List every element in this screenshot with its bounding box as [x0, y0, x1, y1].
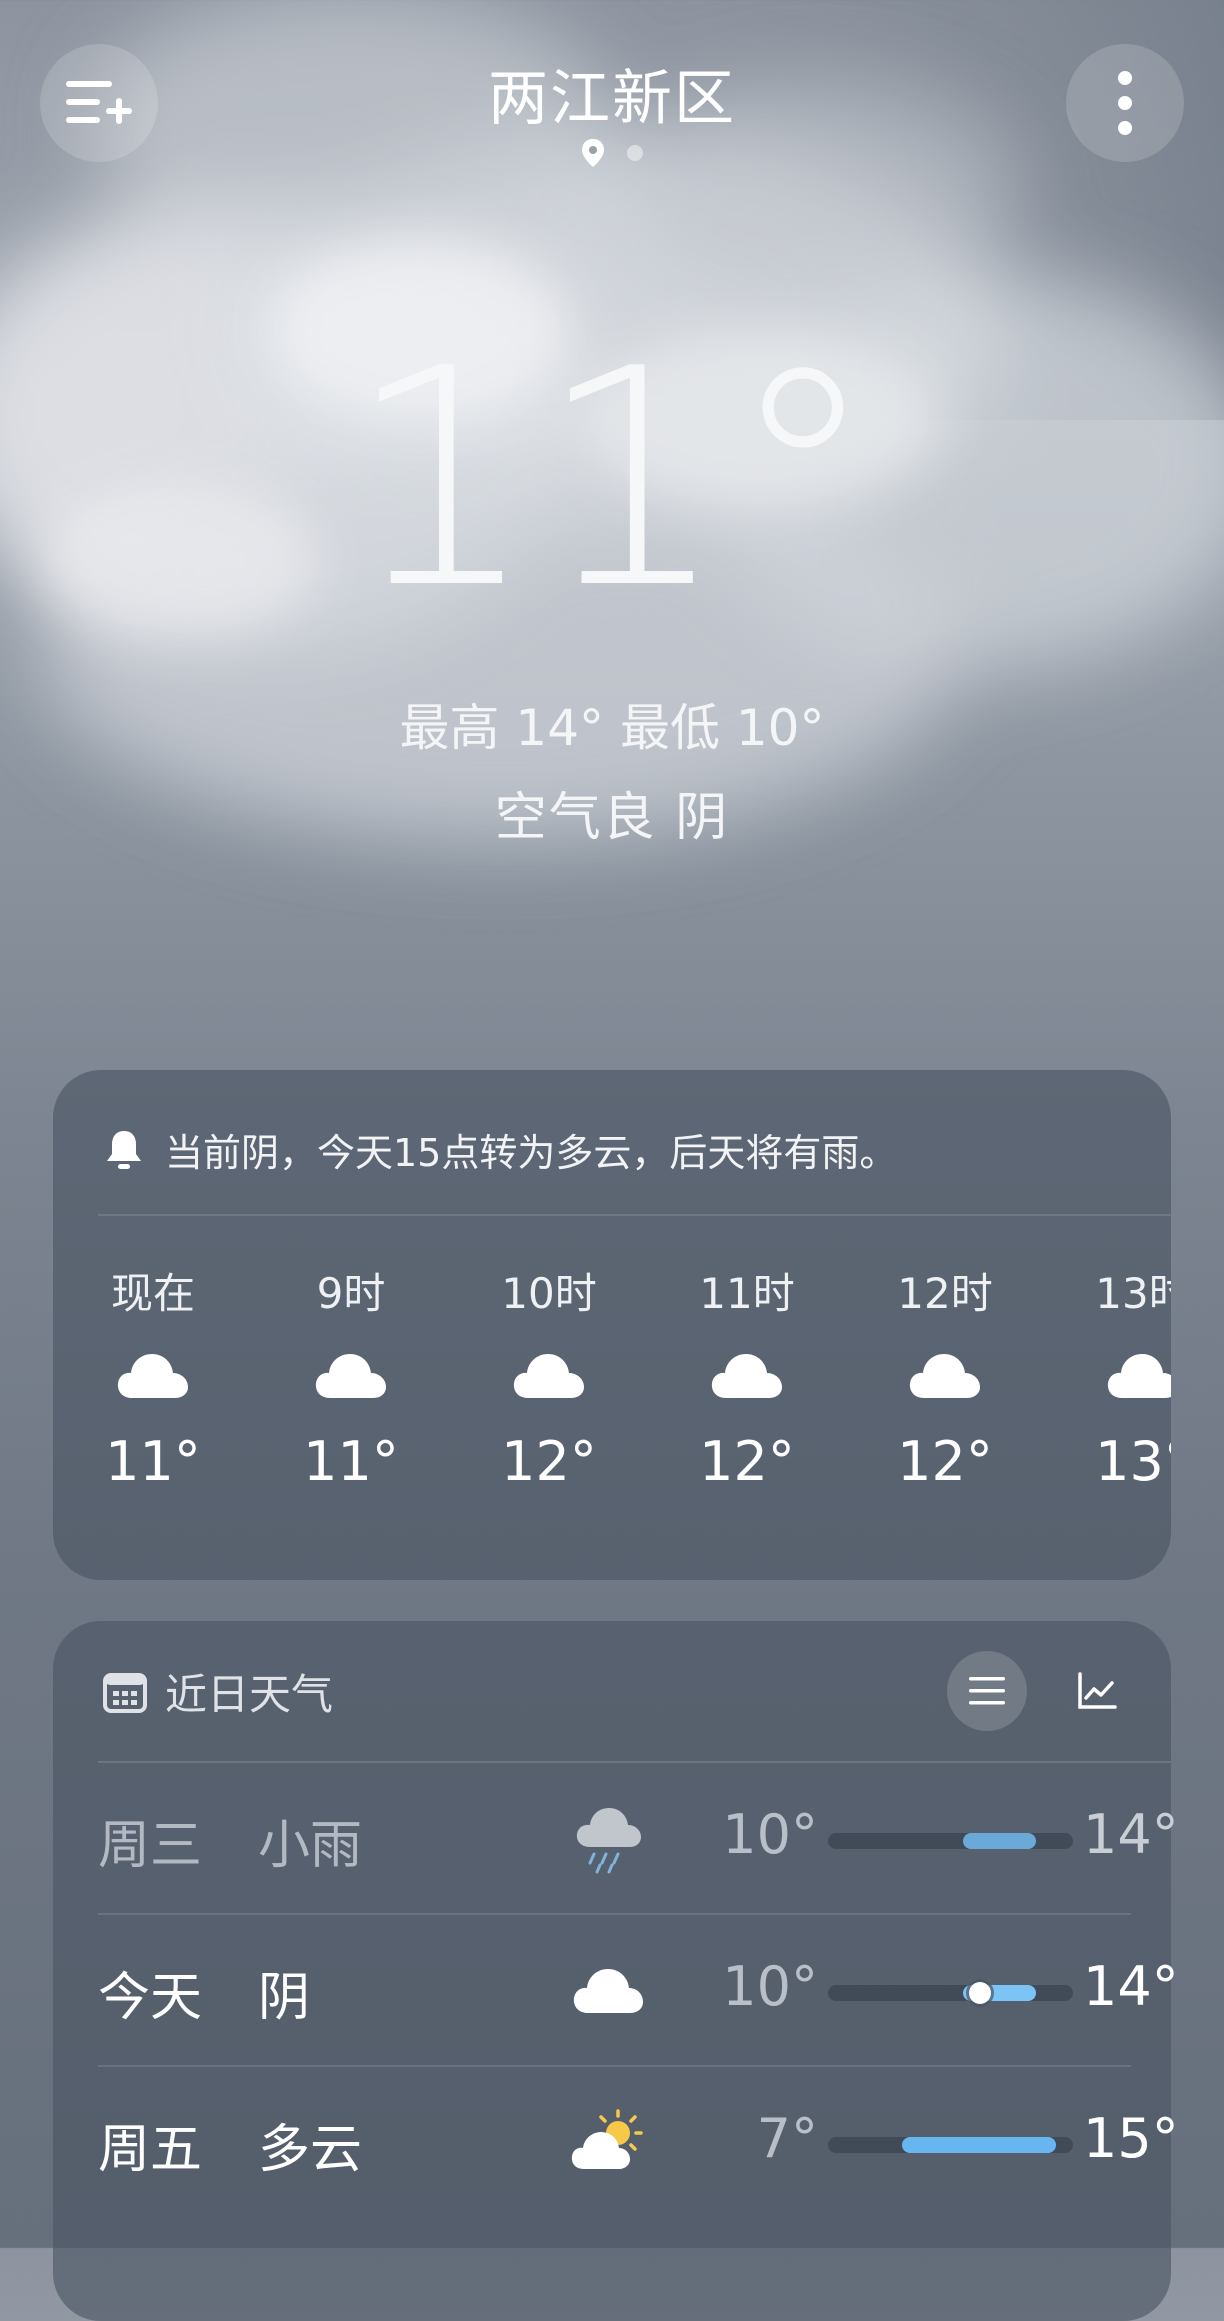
hour-label: 13时 [1095, 1269, 1171, 1318]
cloud-icon [513, 1354, 584, 1398]
forecast-title: 近日天气 [165, 1670, 334, 1719]
forecast-day: 周五 [98, 2120, 203, 2180]
hour-item[interactable]: 10时 12° [494, 1260, 604, 1493]
city-name: 两江新区 [488, 64, 736, 134]
cloud-icon [909, 1354, 980, 1398]
hour-label: 10时 [501, 1269, 597, 1318]
alert-text: 当前阴，今天15点转为多云，后天将有雨。 [165, 1131, 898, 1175]
forecast-low: 10° [722, 1955, 818, 2018]
forecast-header: 近日天气 [103, 1661, 333, 1722]
forecast-high: 14° [1083, 1955, 1179, 2018]
high-low-temperature: 最高 14° 最低 10° [399, 699, 825, 757]
hourly-list[interactable]: 现在 11° 9时 11° 10时 12° 11时 12° 12时 12° 13… [98, 1260, 1171, 1560]
hour-temp: 11° [105, 1430, 201, 1493]
divider [98, 1214, 1171, 1216]
hour-temp: 13° [1095, 1430, 1171, 1493]
hour-temp: 12° [699, 1430, 795, 1493]
forecast-row[interactable]: 周五 多云 7° 15° [98, 2065, 1179, 2217]
hour-temp: 12° [897, 1430, 993, 1493]
hour-label: 现在 [110, 1269, 195, 1318]
temp-range-bar [828, 1982, 1073, 2004]
cloud-icon [315, 1354, 386, 1398]
line-chart-icon [1078, 1672, 1117, 1709]
temp-range-bar [828, 2137, 1073, 2153]
cloud-icon [117, 1354, 188, 1398]
forecast-high: 14° [1083, 1803, 1179, 1866]
forecast-low: 7° [756, 2107, 818, 2170]
forecast-high: 15° [1083, 2107, 1179, 2170]
forecast-day: 今天 [98, 1968, 203, 2028]
rain-icon [576, 1808, 641, 1874]
hour-temp: 12° [501, 1430, 597, 1493]
weather-alert: 当前阴，今天15点转为多云，后天将有雨。 [103, 1122, 897, 1177]
hourly-forecast-card[interactable]: 当前阴，今天15点转为多云，后天将有雨。 现在 11° 9时 11° 10时 1… [53, 1070, 1171, 1580]
current-temp-marker [968, 1982, 991, 2004]
page-dot [627, 145, 643, 161]
forecast-row[interactable]: 周三 小雨 10° 14° [98, 1761, 1179, 1913]
bell-icon [107, 1130, 141, 1169]
forecast-day: 周三 [98, 1816, 203, 1876]
temp-range-bar [828, 1833, 1073, 1849]
air-quality-condition[interactable]: 空气良 阴 [0, 775, 1224, 850]
cloud-icon [573, 1969, 643, 2013]
calendar-icon [103, 1672, 147, 1713]
hour-item[interactable]: 11时 12° [692, 1260, 802, 1493]
hour-item[interactable]: 12时 12° [890, 1260, 1000, 1493]
location-icon [582, 139, 604, 167]
hour-item[interactable]: 13时 13° [1088, 1260, 1171, 1493]
page-indicator [0, 138, 1224, 168]
temp-range-fill [901, 2137, 1056, 2153]
list-view-button[interactable] [947, 1651, 1027, 1731]
forecast-condition: 多云 [258, 2120, 363, 2180]
hour-label: 9时 [316, 1269, 386, 1318]
partly-cloudy-icon [571, 2109, 643, 2169]
forecast-low: 10° [722, 1803, 818, 1866]
hour-item[interactable]: 9时 11° [296, 1260, 406, 1493]
cloud-icon [711, 1354, 782, 1398]
temp-range-fill [962, 1833, 1037, 1849]
more-vertical-icon [1118, 71, 1132, 135]
hour-label: 11时 [699, 1269, 795, 1318]
forecast-condition: 阴 [258, 1968, 311, 2028]
list-icon [969, 1677, 1005, 1705]
chart-view-button[interactable] [1057, 1651, 1137, 1731]
hour-item[interactable]: 现在 11° [98, 1260, 208, 1493]
forecast-row[interactable]: 今天 阴 10° 14° [98, 1913, 1179, 2065]
cloud-icon [1107, 1354, 1171, 1398]
more-button[interactable] [1066, 44, 1184, 162]
daily-forecast-card[interactable]: 近日天气 周三 小雨 10° 14° 今天 阴 10° 14° 周五 多云 7°… [53, 1621, 1179, 2321]
current-temperature: 11° [346, 305, 878, 654]
hour-label: 12时 [897, 1269, 993, 1318]
hour-temp: 11° [303, 1430, 399, 1493]
forecast-condition: 小雨 [258, 1816, 363, 1876]
